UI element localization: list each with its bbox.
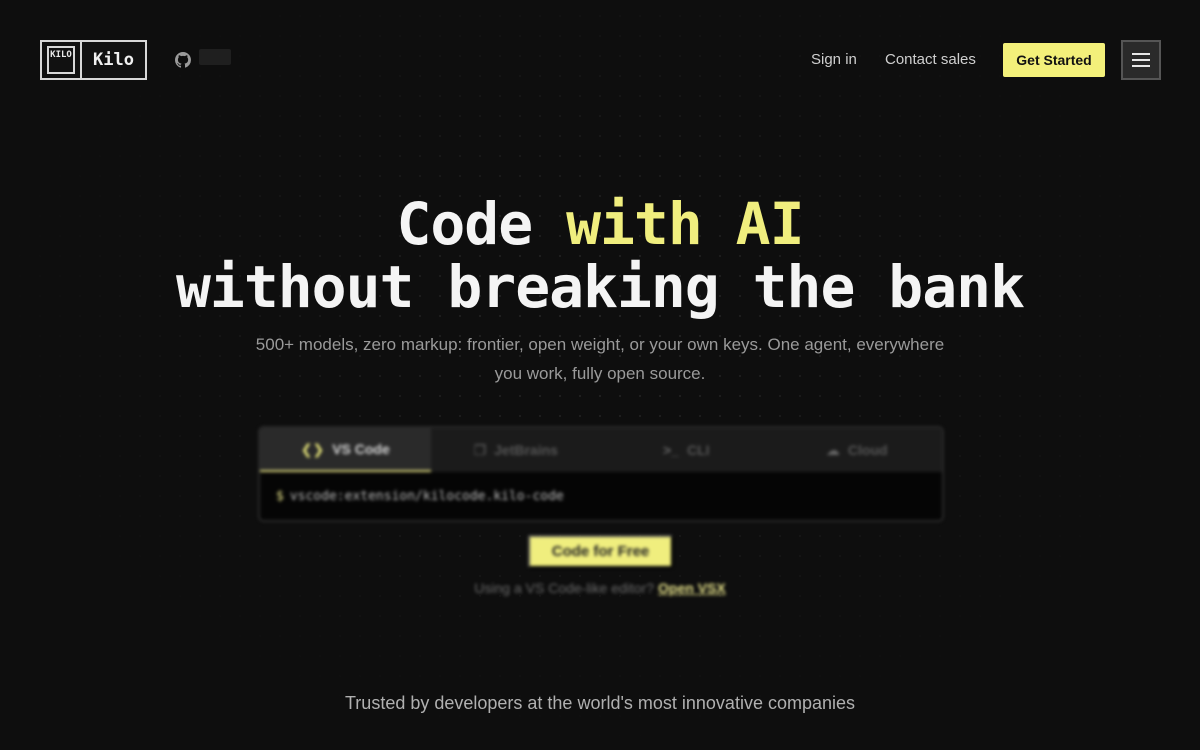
site-header: KILO Kilo Sign in Contact sales Get Star… <box>0 0 1200 120</box>
hero-subtitle: 500+ models, zero markup: frontier, open… <box>255 335 945 383</box>
tab-vscode[interactable]: ❮❯ VS Code <box>260 428 431 472</box>
hamburger-icon-line <box>1132 65 1150 67</box>
vscode-icon: ❮❯ <box>300 440 325 457</box>
trusted-by-heading: Trusted by developers at the world's mos… <box>344 693 856 713</box>
tab-label: JetBrains <box>494 442 558 458</box>
tab-cloud[interactable]: ☁ Cloud <box>772 428 943 472</box>
tab-jetbrains[interactable]: ❐ JetBrains <box>431 428 602 472</box>
kilo-logo-text: Kilo <box>93 50 134 70</box>
kilo-logo-glyph: KILO <box>47 46 75 74</box>
hero-title-accent: with AI <box>566 190 804 258</box>
get-started-button[interactable]: Get Started <box>1003 43 1105 77</box>
terminal-icon: >_ <box>662 442 679 458</box>
cloud-icon: ☁ <box>825 441 840 458</box>
command-prompt: $ <box>276 488 284 504</box>
kilo-logo-mark: KILO <box>42 42 82 78</box>
hero-title-line-2: without breaking the bank <box>176 253 1025 321</box>
install-panel: ❮❯ VS Code ❐ JetBrains >_ CLI ☁ Cloud $ … <box>258 426 944 522</box>
menu-button[interactable] <box>1121 40 1161 80</box>
tab-cli[interactable]: >_ CLI <box>601 428 772 472</box>
code-for-free-button[interactable]: Code for Free <box>528 535 673 568</box>
hamburger-icon-line <box>1132 53 1150 55</box>
hero-title-line-1: Code with AI <box>0 193 1200 255</box>
tab-label: CLI <box>686 442 710 458</box>
tab-label: Cloud <box>847 442 888 458</box>
install-tabs: ❮❯ VS Code ❐ JetBrains >_ CLI ☁ Cloud <box>260 428 942 472</box>
open-vsx-text: Using a VS Code-like editor? <box>474 580 655 596</box>
open-vsx-link[interactable]: Open VSX <box>658 580 726 596</box>
install-command[interactable]: $ vscode:extension/kilocode.kilo-code <box>260 472 942 520</box>
tab-label: VS Code <box>332 441 390 457</box>
contact-sales-link[interactable]: Contact sales <box>885 50 976 70</box>
hero-title-plain: Code <box>396 190 567 258</box>
github-star-count <box>199 49 231 65</box>
sign-in-link[interactable]: Sign in <box>811 50 857 70</box>
command-text: vscode:extension/kilocode.kilo-code <box>289 488 564 504</box>
hamburger-icon-line <box>1132 59 1150 61</box>
open-vsx-note: Using a VS Code-like editor? Open VSX <box>0 580 1200 596</box>
jetbrains-icon: ❐ <box>473 441 487 458</box>
github-icon[interactable] <box>175 52 191 68</box>
kilo-logo[interactable]: KILO Kilo <box>40 40 147 80</box>
